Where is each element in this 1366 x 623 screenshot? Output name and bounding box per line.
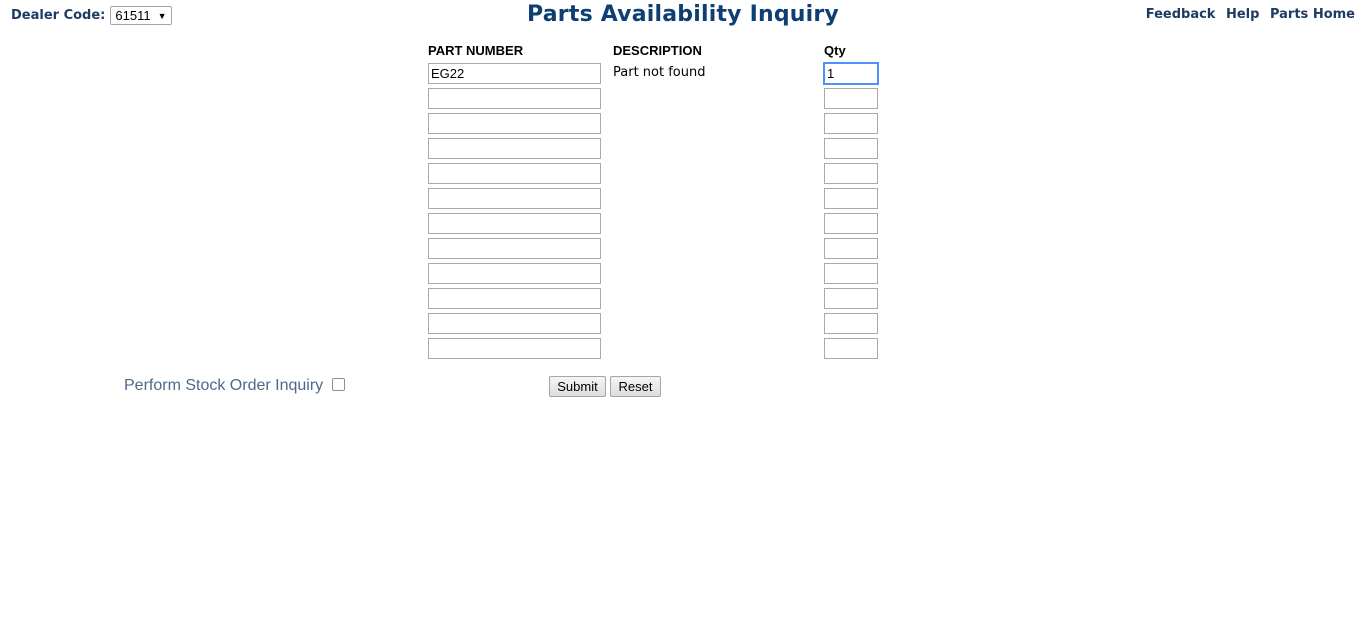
- top-links: Feedback Help Parts Home: [1146, 7, 1355, 22]
- part-number-input[interactable]: [428, 88, 601, 109]
- part-row: [0, 188, 1366, 209]
- qty-input[interactable]: [824, 263, 878, 284]
- part-number-input[interactable]: [428, 288, 601, 309]
- part-row: [0, 288, 1366, 309]
- part-number-input[interactable]: [428, 113, 601, 134]
- qty-input[interactable]: [824, 88, 878, 109]
- part-number-input[interactable]: [428, 63, 601, 84]
- reset-button[interactable]: Reset: [610, 376, 661, 397]
- part-number-input[interactable]: [428, 138, 601, 159]
- stock-order-inquiry: Perform Stock Order Inquiry: [124, 377, 346, 395]
- part-row: [0, 263, 1366, 284]
- part-row: [0, 88, 1366, 109]
- part-row: [0, 113, 1366, 134]
- description-text: Part not found: [613, 65, 706, 80]
- part-row: [0, 338, 1366, 359]
- qty-input[interactable]: [824, 288, 878, 309]
- part-row: [0, 313, 1366, 334]
- qty-input[interactable]: [824, 238, 878, 259]
- stock-order-inquiry-label: Perform Stock Order Inquiry: [124, 377, 324, 394]
- qty-input[interactable]: [824, 188, 878, 209]
- column-header-qty: Qty: [824, 43, 846, 58]
- part-row: [0, 238, 1366, 259]
- help-link[interactable]: Help: [1226, 7, 1259, 22]
- qty-input[interactable]: [824, 313, 878, 334]
- qty-input[interactable]: [824, 113, 878, 134]
- qty-input[interactable]: [824, 138, 878, 159]
- column-header-description: DESCRIPTION: [613, 43, 702, 58]
- qty-input[interactable]: [824, 338, 878, 359]
- stock-order-inquiry-checkbox[interactable]: [332, 377, 346, 391]
- part-number-input[interactable]: [428, 188, 601, 209]
- part-row: [0, 213, 1366, 234]
- part-number-input[interactable]: [428, 338, 601, 359]
- parts-home-link[interactable]: Parts Home: [1270, 7, 1355, 22]
- qty-input[interactable]: [824, 213, 878, 234]
- part-number-input[interactable]: [428, 238, 601, 259]
- qty-input[interactable]: [824, 63, 878, 84]
- part-number-input[interactable]: [428, 163, 601, 184]
- part-number-input[interactable]: [428, 213, 601, 234]
- parts-inquiry-page: Dealer Code: 61511 ▼ Parts Availability …: [0, 0, 1366, 623]
- part-number-input[interactable]: [428, 313, 601, 334]
- column-header-part-number: PART NUMBER: [428, 43, 524, 58]
- qty-input[interactable]: [824, 163, 878, 184]
- submit-button[interactable]: Submit: [549, 376, 606, 397]
- part-row: [0, 138, 1366, 159]
- part-row: Part not found: [0, 63, 1366, 84]
- part-number-input[interactable]: [428, 263, 601, 284]
- part-row: [0, 163, 1366, 184]
- feedback-link[interactable]: Feedback: [1146, 7, 1216, 22]
